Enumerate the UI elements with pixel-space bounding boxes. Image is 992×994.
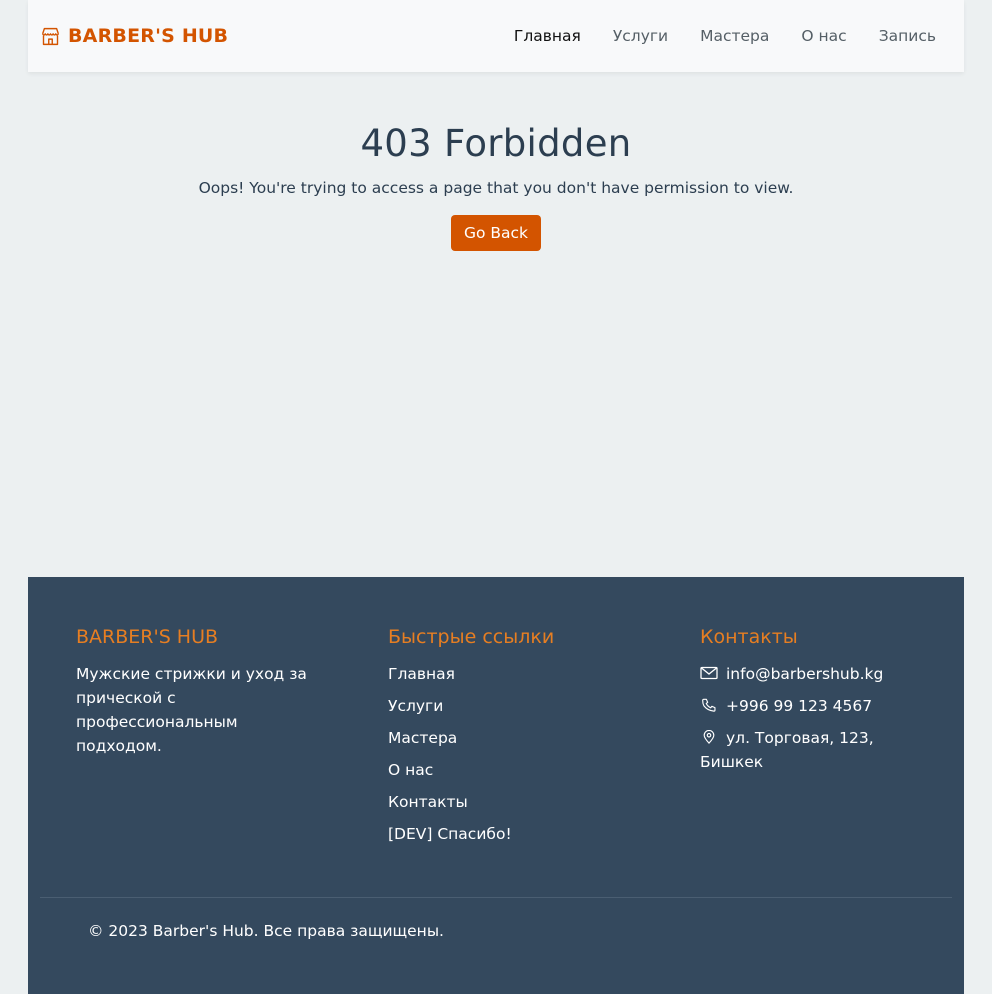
footer-contacts-title: Контакты — [700, 626, 798, 648]
navbar: BARBER'S HUB Главная Услуги Мастера О на… — [28, 0, 964, 72]
footer-link-contacts[interactable]: Контакты — [388, 793, 468, 811]
nav-item-masters[interactable]: Мастера — [700, 27, 769, 45]
go-back-button[interactable]: Go Back — [450, 215, 542, 251]
footer-link-services[interactable]: Услуги — [388, 697, 443, 715]
footer: BARBER'S HUB Мужские стрижки и уход за п… — [28, 577, 964, 994]
nav-item-services[interactable]: Услуги — [613, 27, 668, 45]
brand-link[interactable]: BARBER'S HUB — [40, 25, 228, 47]
footer-links-title: Быстрые ссылки — [388, 626, 555, 648]
footer-about-text: Мужские стрижки и уход за прической с пр… — [76, 665, 307, 755]
error-content: 403 Forbidden Oops! You're trying to acc… — [0, 72, 992, 251]
nav-item-home[interactable]: Главная — [514, 27, 581, 45]
main-nav: Главная Услуги Мастера О нас Запись — [514, 27, 952, 45]
list-item: Услуги — [388, 694, 628, 718]
map-pin-icon — [703, 730, 715, 744]
footer-about-title: BARBER'S HUB — [76, 626, 219, 648]
contact-phone: +996 99 123 4567 — [700, 694, 920, 718]
list-item: Мастера — [388, 726, 628, 750]
list-item: Контакты — [388, 790, 628, 814]
error-message: Oops! You're trying to access a page tha… — [198, 179, 794, 197]
footer-link-home[interactable]: Главная — [388, 665, 455, 683]
footer-link-masters[interactable]: Мастера — [388, 729, 457, 747]
contact-address: ул. Торговая, 123, Бишкек — [700, 726, 920, 774]
envelope-icon — [700, 666, 718, 680]
footer-quick-links: Быстрые ссылки Главная Услуги Мастера О … — [388, 626, 628, 854]
contact-email: info@barbershub.kg — [700, 662, 920, 686]
footer-contacts: Контакты info@barbershub.kg +996 99 123 … — [700, 626, 920, 782]
footer-links-list: Главная Услуги Мастера О нас Контакты [D… — [388, 662, 628, 846]
contact-address-text: ул. Торговая, 123, Бишкек — [700, 729, 874, 771]
footer-columns: BARBER'S HUB Мужские стрижки и уход за п… — [28, 577, 964, 897]
error-title: 403 Forbidden — [360, 122, 632, 165]
list-item: [DEV] Спасибо! — [388, 822, 628, 846]
footer-about: BARBER'S HUB Мужские стрижки и уход за п… — [76, 626, 316, 758]
contact-email-text: info@barbershub.kg — [726, 665, 884, 683]
nav-item-booking[interactable]: Запись — [879, 27, 936, 45]
phone-icon — [702, 698, 716, 712]
brand-name: BARBER'S HUB — [68, 25, 229, 47]
footer-link-about[interactable]: О нас — [388, 761, 433, 779]
footer-divider — [40, 897, 952, 898]
list-item: О нас — [388, 758, 628, 782]
footer-link-dev-thanks[interactable]: [DEV] Спасибо! — [388, 825, 512, 843]
copyright: © 2023 Barber's Hub. Все права защищены. — [88, 922, 444, 940]
store-icon — [41, 27, 60, 45]
page: BARBER'S HUB Главная Услуги Мастера О на… — [0, 0, 992, 994]
nav-item-about[interactable]: О нас — [801, 27, 846, 45]
contact-phone-text: +996 99 123 4567 — [726, 697, 873, 715]
list-item: Главная — [388, 662, 628, 686]
